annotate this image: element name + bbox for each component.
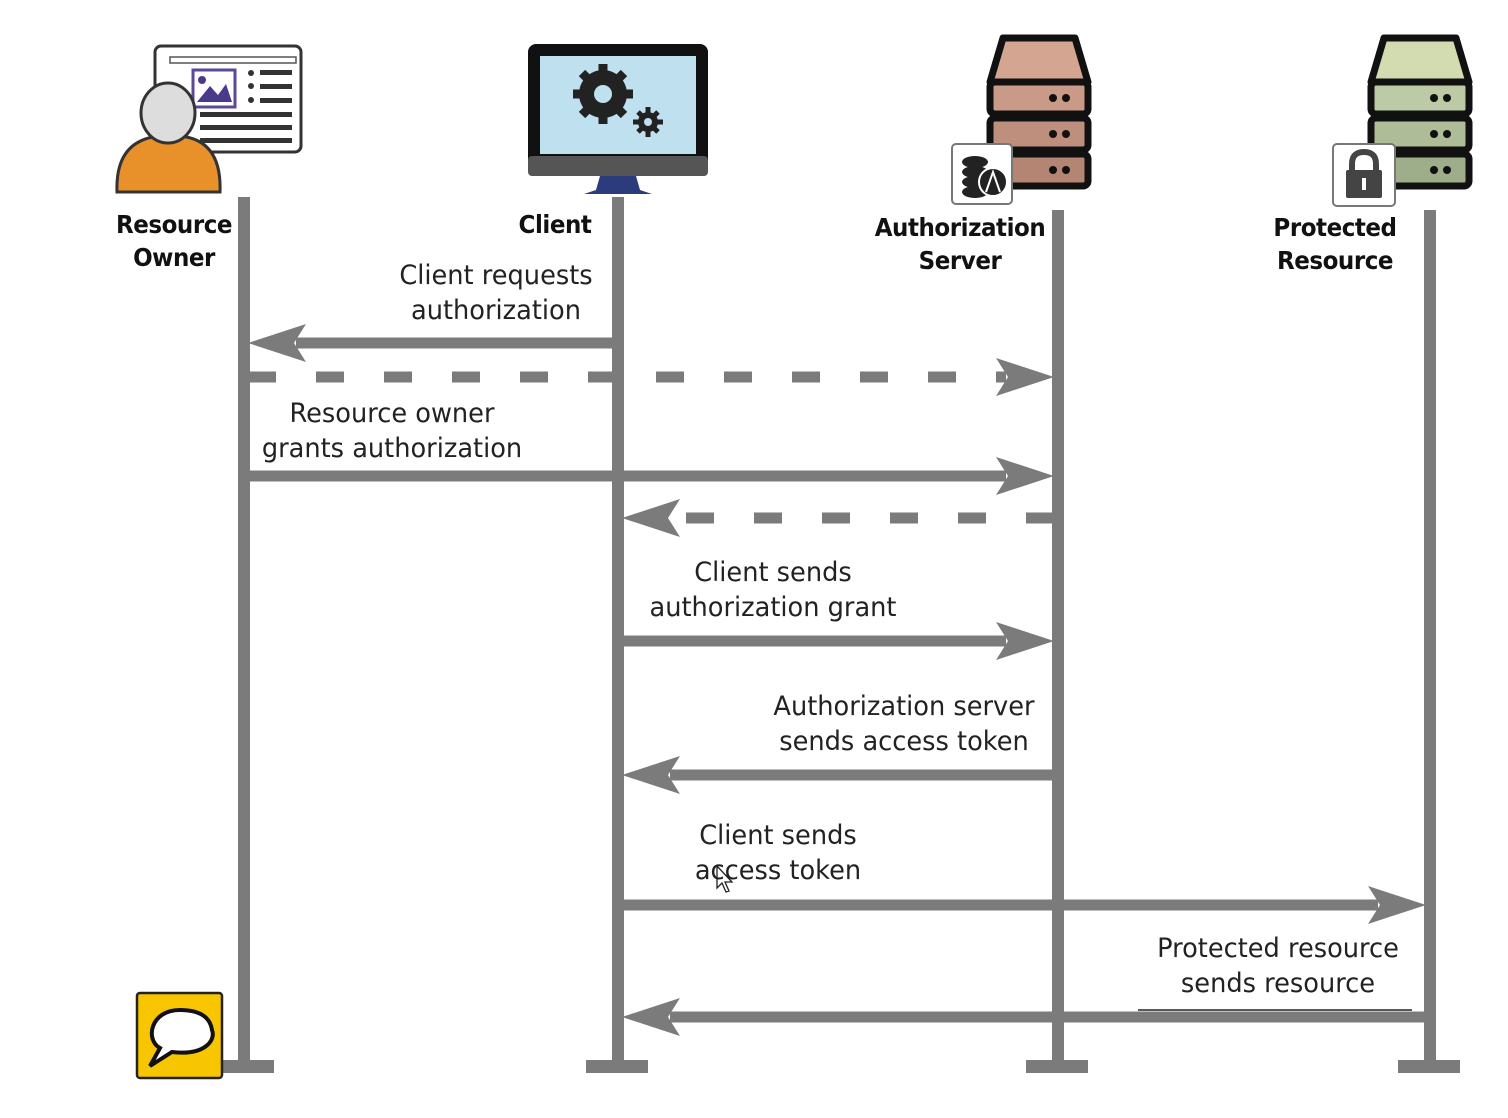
message-label: Authorization server sends access token xyxy=(743,689,1066,759)
lifeline-base xyxy=(586,1060,648,1073)
label-line: Client requests xyxy=(399,260,593,291)
label-line: Owner xyxy=(133,243,215,272)
message-arrow xyxy=(622,499,1054,537)
message-arrow xyxy=(622,998,1426,1036)
actor-label: Resource Owner xyxy=(73,208,275,274)
label-line: Protected xyxy=(1273,213,1397,242)
label-line: Authorization xyxy=(874,213,1046,242)
monitor-gears-icon xyxy=(528,44,708,194)
label-line: sends access token xyxy=(779,726,1029,757)
message-arrow xyxy=(622,622,1054,660)
message-label: Protected resource sends resource xyxy=(1117,931,1440,1001)
actor-label: Client xyxy=(454,208,656,241)
label-line: Resource xyxy=(115,210,233,239)
actor-label: Protected Resource xyxy=(1234,211,1436,277)
message-label: Client sends access token xyxy=(617,818,940,888)
arrowhead xyxy=(622,499,680,537)
message-arrow xyxy=(622,886,1426,924)
message-arrow xyxy=(248,358,1054,396)
label-line: Authorization server xyxy=(773,691,1035,722)
label-line: Resource xyxy=(1276,246,1394,275)
message-label: Client sends authorization grant xyxy=(612,555,935,625)
label-line: grants authorization xyxy=(261,433,523,464)
label-line: Client xyxy=(518,210,592,239)
message-arrow xyxy=(622,756,1054,794)
label-line: sends resource xyxy=(1180,968,1376,999)
lifeline-base xyxy=(1026,1060,1088,1073)
label-line: authorization xyxy=(411,295,581,326)
message-label: Resource owner grants authorization xyxy=(231,396,554,466)
server-lock-icon xyxy=(1332,34,1473,207)
label-line: Protected resource xyxy=(1157,933,1399,964)
chat-bubble-icon[interactable] xyxy=(135,991,224,1080)
label-line: Client sends xyxy=(694,557,852,588)
label-line: Resource owner xyxy=(289,398,495,429)
person-browser-icon xyxy=(115,44,303,194)
label-line: Server xyxy=(918,246,1002,275)
actor-label: Authorization Server xyxy=(859,211,1061,277)
message-label: Client requests authorization xyxy=(335,258,658,328)
message-arrow xyxy=(248,324,614,362)
server-coins-icon xyxy=(951,34,1092,205)
label-line: authorization grant xyxy=(649,592,897,623)
lifeline-base xyxy=(1398,1060,1460,1073)
label-line: access token xyxy=(694,855,862,886)
label-line: Client sends xyxy=(699,820,857,851)
